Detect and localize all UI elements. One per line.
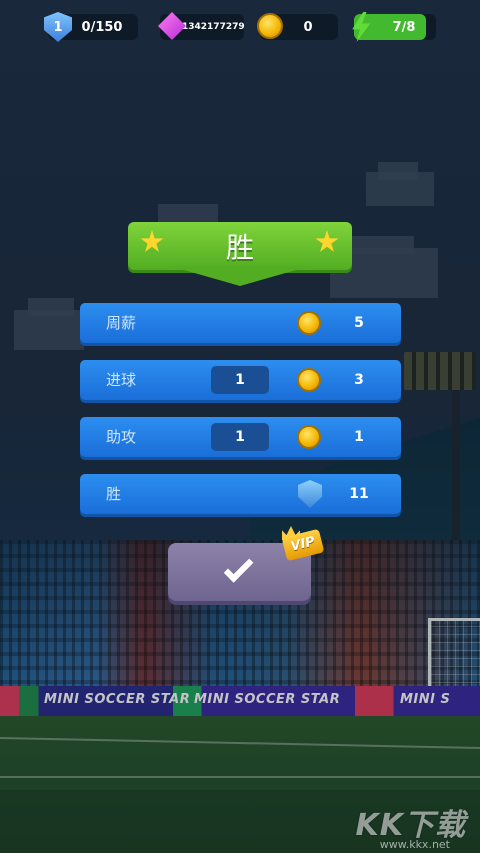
reward-row-salary: 周薪 5	[80, 303, 401, 343]
reward-value: 11	[349, 486, 369, 502]
shield-icon	[298, 480, 322, 508]
coin-icon	[297, 368, 321, 392]
coin-icon	[257, 13, 283, 39]
coin-icon	[297, 425, 321, 449]
reward-label: 胜	[106, 485, 122, 503]
reward-value: 1	[354, 429, 364, 445]
reward-row-goals: 进球 1 3	[80, 360, 401, 400]
reward-label: 助攻	[106, 428, 137, 446]
checkmark-icon	[223, 552, 253, 583]
reward-row-win: 胜 11	[80, 474, 401, 514]
reward-label: 进球	[106, 371, 137, 389]
reward-label: 周薪	[106, 314, 137, 332]
reward-row-assists: 助攻 1 1	[80, 417, 401, 457]
level-number: 1	[53, 19, 63, 35]
reward-value: 3	[354, 372, 364, 388]
watermark-url: www.kkx.net	[379, 838, 450, 851]
reward-count: 1	[211, 366, 269, 394]
reward-count: 1	[211, 423, 269, 451]
reward-value: 5	[354, 315, 364, 331]
coin-icon	[297, 311, 321, 335]
result-title: 胜	[225, 231, 254, 264]
